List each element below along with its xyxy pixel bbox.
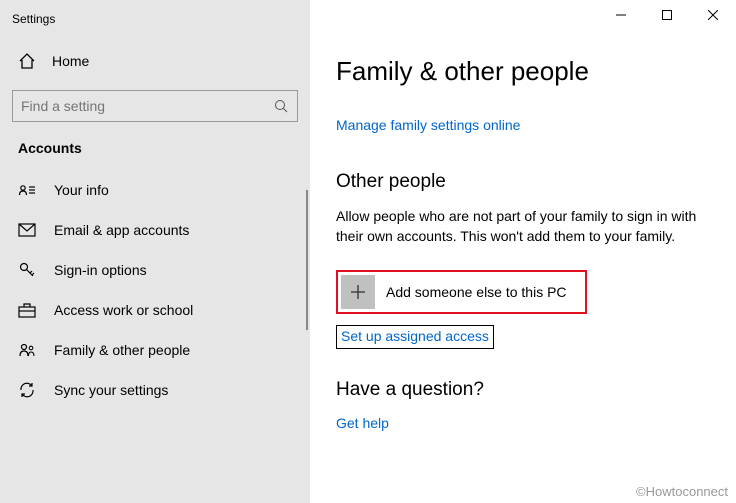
plus-icon — [341, 275, 375, 309]
question-heading: Have a question? — [336, 379, 710, 401]
window-controls — [598, 0, 736, 30]
search-box[interactable] — [12, 90, 298, 122]
home-icon — [18, 52, 36, 70]
assigned-access-label: Set up assigned access — [341, 328, 489, 344]
sidebar-item-sync[interactable]: Sync your settings — [0, 370, 310, 410]
sidebar-label: Email & app accounts — [54, 222, 189, 238]
watermark: ©Howtoconnect — [636, 484, 728, 499]
sidebar-label: Access work or school — [54, 302, 193, 318]
minimize-button[interactable] — [598, 0, 644, 30]
sidebar-label: Sign-in options — [54, 262, 147, 278]
sidebar-item-your-info[interactable]: Your info — [0, 170, 310, 210]
sidebar-item-signin[interactable]: Sign-in options — [0, 250, 310, 290]
search-input[interactable] — [21, 98, 274, 114]
sidebar-section-header: Accounts — [0, 140, 310, 170]
assigned-access-link[interactable]: Set up assigned access — [336, 325, 494, 349]
person-card-icon — [18, 181, 36, 199]
sidebar-label: Your info — [54, 182, 109, 198]
nav-home-label: Home — [52, 53, 89, 69]
add-someone-button[interactable]: Add someone else to this PC — [336, 270, 587, 314]
other-people-description: Allow people who are not part of your fa… — [336, 207, 706, 246]
mail-icon — [18, 221, 36, 239]
nav-home[interactable]: Home — [0, 44, 310, 78]
maximize-button[interactable] — [644, 0, 690, 30]
search-icon — [274, 99, 289, 114]
scrollbar[interactable] — [306, 190, 308, 330]
sidebar-item-family[interactable]: Family & other people — [0, 330, 310, 370]
sidebar-item-email[interactable]: Email & app accounts — [0, 210, 310, 250]
sidebar-label: Family & other people — [54, 342, 190, 358]
page-title: Family & other people — [336, 56, 710, 87]
sidebar-label: Sync your settings — [54, 382, 168, 398]
close-button[interactable] — [690, 0, 736, 30]
briefcase-icon — [18, 301, 36, 319]
key-icon — [18, 261, 36, 279]
manage-family-link[interactable]: Manage family settings online — [336, 117, 710, 133]
sync-icon — [18, 381, 36, 399]
add-someone-label: Add someone else to this PC — [386, 284, 567, 300]
app-title: Settings — [0, 8, 310, 44]
people-icon — [18, 341, 36, 359]
main-content: Family & other people Manage family sett… — [310, 0, 736, 503]
sidebar: Settings Home Accounts Your info Email &… — [0, 0, 310, 503]
other-people-heading: Other people — [336, 171, 710, 193]
sidebar-item-work[interactable]: Access work or school — [0, 290, 310, 330]
get-help-link[interactable]: Get help — [336, 415, 710, 431]
